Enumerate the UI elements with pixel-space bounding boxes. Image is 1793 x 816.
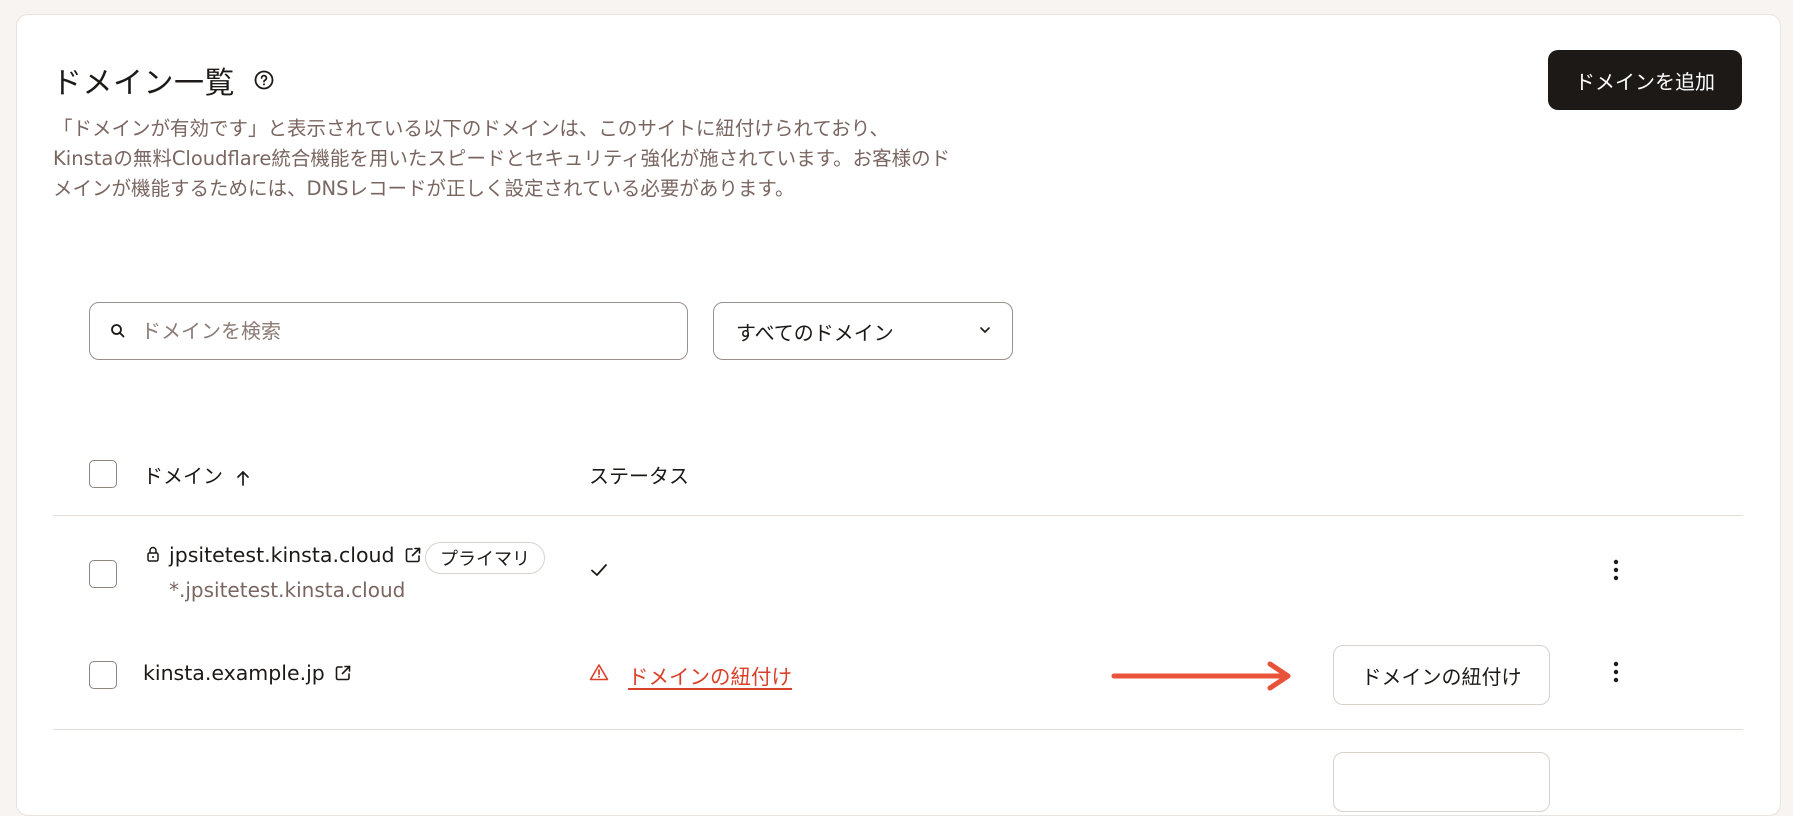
row-menu-button[interactable]	[1604, 657, 1628, 687]
attach-domain-status-link[interactable]: ドメインの紐付け	[628, 660, 792, 690]
column-header-status: ステータス	[589, 464, 689, 488]
domain-name: jpsitetest.kinsta.cloud	[169, 543, 395, 567]
domain-filter-value: すべてのドメイン	[736, 320, 894, 345]
row-checkbox[interactable]	[89, 661, 117, 689]
chevron-down-icon	[978, 322, 992, 341]
kebab-icon	[1613, 661, 1619, 683]
kebab-icon	[1613, 559, 1619, 581]
row-divider	[53, 729, 1743, 730]
title-row: ドメイン一覧	[52, 58, 275, 102]
external-link-icon[interactable]	[403, 545, 423, 565]
row-menu-button[interactable]	[1604, 555, 1628, 585]
page-description: 「ドメインが有効です」と表示されている以下のドメインは、このサイトに紐付けられて…	[53, 114, 1033, 204]
page-title: ドメイン一覧	[52, 66, 235, 101]
description-line: メインが機能するためには、DNSレコードが正しく設定されている必要があります。	[53, 177, 795, 200]
table-header-divider	[53, 515, 1743, 516]
sort-ascending-icon	[235, 469, 251, 487]
add-domain-button[interactable]: ドメインを追加	[1548, 50, 1742, 110]
select-all-checkbox[interactable]	[89, 460, 117, 488]
search-input[interactable]	[139, 310, 687, 352]
primary-badge: プライマリ	[425, 542, 545, 574]
wildcard-domain: *.jpsitetest.kinsta.cloud	[169, 578, 406, 602]
attach-domain-button[interactable]: ドメインの紐付け	[1333, 645, 1550, 705]
search-icon	[109, 322, 127, 340]
description-line: 「ドメインが有効です」と表示されている以下のドメインは、このサイトに紐付けられて…	[53, 117, 889, 140]
next-row-button-partial[interactable]	[1333, 752, 1550, 812]
domain-name: kinsta.example.jp	[143, 661, 325, 685]
column-header-domain[interactable]: ドメイン	[143, 460, 251, 489]
description-line: Kinstaの無料Cloudflare統合機能を用いたスピードとセキュリティ強化…	[53, 147, 951, 170]
external-link-icon[interactable]	[333, 663, 353, 683]
domain-cell: jpsitetest.kinsta.cloud	[169, 543, 423, 567]
lock-icon	[145, 545, 161, 567]
domain-filter-select[interactable]: すべてのドメイン	[713, 302, 1013, 360]
checkmark-icon	[589, 560, 609, 584]
help-icon[interactable]	[253, 69, 275, 91]
row-checkbox[interactable]	[89, 560, 117, 588]
warning-icon	[589, 663, 609, 685]
search-box[interactable]	[89, 302, 688, 360]
domain-cell: kinsta.example.jp	[143, 661, 353, 685]
annotation-arrow	[1111, 661, 1291, 691]
column-header-domain-label: ドメイン	[143, 464, 223, 488]
